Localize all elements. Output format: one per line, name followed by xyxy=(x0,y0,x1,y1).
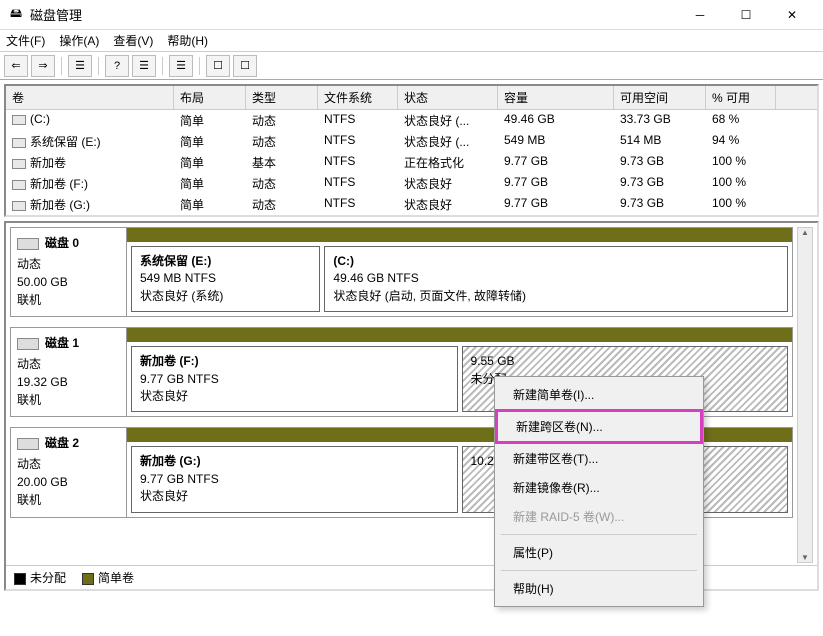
pane-icon: ☰ xyxy=(75,59,85,72)
col-fs[interactable]: 文件系统 xyxy=(318,86,398,109)
refresh-icon: ☰ xyxy=(176,59,186,72)
toolbar-separator xyxy=(162,57,163,75)
context-menu-item[interactable]: 帮助(H) xyxy=(495,574,703,603)
color-stripe xyxy=(127,228,792,242)
disk-label[interactable]: 磁盘 1动态19.32 GB联机 xyxy=(11,328,127,416)
refresh-button[interactable]: ☰ xyxy=(169,55,193,77)
view-button-2[interactable]: ☐ xyxy=(233,55,257,77)
volume-icon xyxy=(12,138,26,148)
volume-icon xyxy=(12,180,26,190)
col-free[interactable]: 可用空间 xyxy=(614,86,706,109)
context-menu-separator xyxy=(501,570,697,571)
context-menu-item: 新建 RAID-5 卷(W)... xyxy=(495,502,703,531)
context-menu-item[interactable]: 属性(P) xyxy=(495,538,703,567)
context-menu-item[interactable]: 新建简单卷(I)... xyxy=(495,380,703,409)
titlebar: 🖴 磁盘管理 ─ ☐ ✕ xyxy=(0,0,823,30)
volume-list: 卷 布局 类型 文件系统 状态 容量 可用空间 % 可用 (C:)简单动态NTF… xyxy=(4,84,819,217)
disk-icon xyxy=(17,238,39,250)
volume-icon xyxy=(12,201,26,211)
partition[interactable]: 系统保留 (E:)549 MB NTFS状态良好 (系统) xyxy=(131,246,320,312)
disk-icon xyxy=(17,338,39,350)
col-capacity[interactable]: 容量 xyxy=(498,86,614,109)
volume-row[interactable]: (C:)简单动态NTFS状态良好 (...49.46 GB33.73 GB68 … xyxy=(6,110,817,131)
volume-row[interactable]: 新加卷 (G:)简单动态NTFS状态良好9.77 GB9.73 GB100 % xyxy=(6,194,817,215)
toolbar-separator xyxy=(98,57,99,75)
col-layout[interactable]: 布局 xyxy=(174,86,246,109)
close-button[interactable]: ✕ xyxy=(769,0,815,30)
pane-button-2[interactable]: ☰ xyxy=(132,55,156,77)
menu-file[interactable]: 文件(F) xyxy=(6,32,45,49)
legend-simple: 简单卷 xyxy=(98,571,134,585)
toolbar-separator xyxy=(61,57,62,75)
col-pct[interactable]: % 可用 xyxy=(706,86,776,109)
volume-icon xyxy=(12,159,26,169)
toolbar: ⇐ ⇒ ☰ ? ☰ ☰ ☐ ☐ xyxy=(0,52,823,80)
maximize-button[interactable]: ☐ xyxy=(723,0,769,30)
volume-row[interactable]: 新加卷简单基本NTFS正在格式化9.77 GB9.73 GB100 % xyxy=(6,152,817,173)
disk-label[interactable]: 磁盘 2动态20.00 GB联机 xyxy=(11,428,127,516)
pane-button-1[interactable]: ☰ xyxy=(68,55,92,77)
context-menu-item[interactable]: 新建镜像卷(R)... xyxy=(495,473,703,502)
scrollbar[interactable]: ▲▼ xyxy=(797,227,813,563)
disk-partitions: 系统保留 (E:)549 MB NTFS状态良好 (系统)(C:)49.46 G… xyxy=(127,228,792,316)
toolbar-separator xyxy=(199,57,200,75)
legend-swatch-simple xyxy=(82,573,94,585)
forward-button[interactable]: ⇒ xyxy=(31,55,55,77)
help-button[interactable]: ? xyxy=(105,55,129,77)
context-menu-separator xyxy=(501,534,697,535)
view-icon: ☐ xyxy=(213,59,223,72)
col-status[interactable]: 状态 xyxy=(398,86,498,109)
disk-label[interactable]: 磁盘 0动态50.00 GB联机 xyxy=(11,228,127,316)
partition[interactable]: 新加卷 (G:)9.77 GB NTFS状态良好 xyxy=(131,446,458,512)
menubar: 文件(F) 操作(A) 查看(V) 帮助(H) xyxy=(0,30,823,52)
volume-list-header: 卷 布局 类型 文件系统 状态 容量 可用空间 % 可用 xyxy=(6,86,817,110)
menu-help[interactable]: 帮助(H) xyxy=(167,32,208,49)
volume-list-body[interactable]: (C:)简单动态NTFS状态良好 (...49.46 GB33.73 GB68 … xyxy=(6,110,817,215)
window-title: 磁盘管理 xyxy=(30,5,677,24)
context-menu: 新建简单卷(I)...新建跨区卷(N)...新建带区卷(T)...新建镜像卷(R… xyxy=(494,376,704,607)
pane-icon: ☰ xyxy=(139,59,149,72)
app-icon: 🖴 xyxy=(8,7,24,23)
col-type[interactable]: 类型 xyxy=(246,86,318,109)
context-menu-item[interactable]: 新建带区卷(T)... xyxy=(495,444,703,473)
view-icon: ☐ xyxy=(240,59,250,72)
context-menu-item[interactable]: 新建跨区卷(N)... xyxy=(495,409,703,444)
volume-row[interactable]: 新加卷 (F:)简单动态NTFS状态良好9.77 GB9.73 GB100 % xyxy=(6,173,817,194)
minimize-button[interactable]: ─ xyxy=(677,0,723,30)
disk-row: 磁盘 0动态50.00 GB联机系统保留 (E:)549 MB NTFS状态良好… xyxy=(10,227,793,317)
help-icon: ? xyxy=(114,60,120,72)
disk-icon xyxy=(17,438,39,450)
arrow-left-icon: ⇐ xyxy=(11,59,20,72)
menu-action[interactable]: 操作(A) xyxy=(59,32,99,49)
legend-unallocated: 未分配 xyxy=(30,571,66,585)
color-stripe xyxy=(127,328,792,342)
menu-view[interactable]: 查看(V) xyxy=(113,32,153,49)
view-button-1[interactable]: ☐ xyxy=(206,55,230,77)
partition[interactable]: 新加卷 (F:)9.77 GB NTFS状态良好 xyxy=(131,346,458,412)
back-button[interactable]: ⇐ xyxy=(4,55,28,77)
legend-swatch-unallocated xyxy=(14,573,26,585)
partition[interactable]: (C:)49.46 GB NTFS状态良好 (启动, 页面文件, 故障转储) xyxy=(324,246,788,312)
volume-row[interactable]: 系统保留 (E:)简单动态NTFS状态良好 (...549 MB514 MB94… xyxy=(6,131,817,152)
volume-icon xyxy=(12,115,26,125)
arrow-right-icon: ⇒ xyxy=(38,59,47,72)
col-volume[interactable]: 卷 xyxy=(6,86,174,109)
